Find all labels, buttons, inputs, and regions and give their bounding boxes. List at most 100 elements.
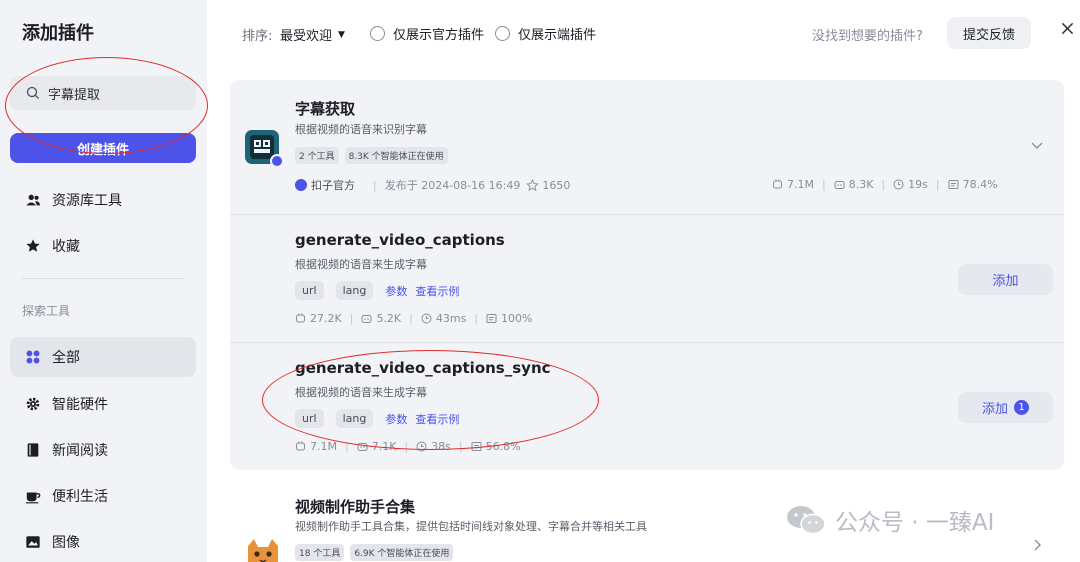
- sidebar-item-news-reading[interactable]: 新闻阅读: [10, 430, 196, 470]
- tool-stats: 27.2K | 5.2K | 43ms | 100%: [295, 312, 533, 325]
- plugin-header[interactable]: 字幕获取 根据视频的语音来识别字幕 2 个工具 8.3K 个智能体正在使用 扣子…: [230, 80, 1064, 214]
- calls-icon: [773, 179, 782, 189]
- clock-icon: [421, 313, 432, 324]
- params-link[interactable]: 参数: [385, 283, 407, 299]
- sidebar: 添加插件 字幕提取 创建插件 资源库工具 收藏 探索工具 全部 智能硬件 新闻阅…: [0, 0, 207, 562]
- cat-logo-icon: [248, 539, 278, 562]
- missing-plugin-hint: 没找到想要的插件?: [812, 29, 923, 44]
- plugin-logo: [245, 130, 284, 168]
- plugin-tags: 2 个工具 8.3K 个智能体正在使用: [295, 147, 448, 164]
- success-rate-stat: 78.4%: [948, 178, 998, 191]
- tool-description: 根据视频的语音来生成字幕: [295, 386, 427, 399]
- sidebar-section-label: 探索工具: [22, 304, 71, 318]
- bots-stat: 7.1K: [357, 440, 396, 453]
- tool-item: generate_video_captions_sync 根据视频的语音来生成字…: [230, 342, 1064, 470]
- rate-icon: [471, 442, 482, 451]
- latency-stat: 43ms: [421, 312, 466, 325]
- param-tag: lang: [335, 281, 374, 300]
- rate-icon: [948, 180, 959, 189]
- sort-dropdown-value: 最受欢迎: [280, 29, 333, 44]
- calls-icon: [296, 441, 305, 451]
- plugin-card: 字幕获取 根据视频的语音来识别字幕 2 个工具 8.3K 个智能体正在使用 扣子…: [230, 80, 1064, 470]
- create-plugin-button[interactable]: 创建插件: [10, 133, 196, 163]
- sidebar-item-label: 便利生活: [52, 489, 108, 505]
- star-outline-icon: [526, 178, 540, 191]
- plugin-tag: 8.3K 个智能体正在使用: [344, 147, 448, 164]
- radio-circle: [495, 26, 510, 41]
- clock-icon: [893, 179, 904, 190]
- search-icon: [26, 86, 39, 99]
- caret-down-icon: ▼: [338, 29, 345, 40]
- close-icon: [1061, 22, 1073, 34]
- plugin-description: 根据视频的语音来识别字幕: [295, 123, 427, 136]
- sidebar-item-label: 全部: [52, 350, 80, 366]
- bot-icon: [834, 181, 845, 189]
- plugin-stats: 7.1M | 8.3K | 19s | 78.4%: [772, 178, 998, 191]
- add-tool-button[interactable]: 添加: [958, 264, 1053, 295]
- film-icon: [250, 135, 274, 159]
- official-badge-icon: [270, 154, 284, 168]
- filter-official-label: 仅展示官方插件: [393, 28, 485, 43]
- gear-icon: [24, 395, 42, 413]
- filter-official-radio[interactable]: 仅展示官方插件: [370, 24, 484, 43]
- success-rate-stat: 56.8%: [471, 440, 521, 453]
- feedback-button[interactable]: 提交反馈: [947, 17, 1031, 49]
- chevron-down-icon[interactable]: [1030, 138, 1044, 152]
- plugin-meta: 扣子官方 | 发布于 2024-08-16 16:49 1650: [295, 177, 570, 193]
- sort-label: 排序:: [242, 29, 273, 44]
- tool-params: url lang 参数 查看示例: [295, 409, 459, 428]
- wechat-icon: [787, 506, 826, 535]
- calls-stat: 27.2K: [295, 312, 342, 325]
- coffee-icon: [24, 487, 42, 505]
- sidebar-item-label: 新闻阅读: [52, 443, 108, 459]
- filter-client-radio[interactable]: 仅展示端插件: [495, 24, 596, 43]
- params-link[interactable]: 参数: [385, 411, 407, 427]
- sidebar-item-all[interactable]: 全部: [10, 337, 196, 377]
- tool-item: generate_video_captions 根据视频的语音来生成字幕 url…: [230, 214, 1064, 342]
- tool-name: generate_video_captions: [295, 231, 505, 249]
- search-input[interactable]: 字幕提取: [10, 76, 196, 110]
- param-tag: url: [295, 409, 324, 428]
- sidebar-item-label: 智能硬件: [52, 397, 108, 413]
- calls-icon: [296, 313, 305, 323]
- star-icon: [24, 237, 42, 255]
- book-icon: [24, 441, 42, 459]
- add-button-label: 添加: [981, 402, 1008, 417]
- bots-stat: 5.2K: [361, 312, 401, 325]
- close-button[interactable]: [1058, 18, 1076, 38]
- users-icon: [24, 191, 42, 209]
- sidebar-item-image[interactable]: 图像: [10, 522, 196, 562]
- clock-icon: [416, 441, 427, 452]
- bots-stat: 8.3K: [834, 178, 873, 191]
- param-tag: lang: [335, 409, 374, 428]
- success-rate-stat: 100%: [486, 312, 533, 325]
- sidebar-item-convenient-life[interactable]: 便利生活: [10, 476, 196, 516]
- publisher-name: 扣子官方: [311, 179, 355, 192]
- image-icon: [24, 533, 42, 551]
- watermark: 公众号 · 一臻AI: [785, 503, 994, 537]
- sort-dropdown[interactable]: 最受欢迎 ▼: [280, 25, 345, 44]
- sidebar-item-smart-hardware[interactable]: 智能硬件: [10, 384, 196, 424]
- add-tool-button[interactable]: 添加 1: [958, 392, 1053, 423]
- add-button-label: 添加: [992, 274, 1019, 289]
- view-example-link[interactable]: 查看示例: [415, 411, 459, 427]
- bot-icon: [357, 443, 368, 451]
- plugin-tag: 18 个工具: [295, 544, 345, 561]
- sidebar-item-label: 收藏: [52, 239, 80, 255]
- plugin-title: 字幕获取: [295, 100, 356, 118]
- sidebar-item-favorites[interactable]: 收藏: [10, 226, 196, 266]
- sidebar-item-library-tools[interactable]: 资源库工具: [10, 180, 196, 220]
- latency-stat: 19s: [893, 178, 928, 191]
- plugin-title: 视频制作助手合集: [295, 498, 416, 516]
- calls-stat: 7.1M: [295, 440, 337, 453]
- view-example-link[interactable]: 查看示例: [415, 283, 459, 299]
- plugin-tags: 18 个工具 6.9K 个智能体正在使用: [295, 544, 454, 561]
- param-tag: url: [295, 281, 324, 300]
- radio-circle: [370, 26, 385, 41]
- sidebar-item-label: 图像: [52, 535, 80, 551]
- watermark-text: 公众号 · 一臻AI: [835, 510, 995, 536]
- latency-stat: 38s: [416, 440, 451, 453]
- tool-name: generate_video_captions_sync: [295, 359, 551, 377]
- chevron-right-icon[interactable]: [1030, 538, 1044, 552]
- favorite-count: 1650: [542, 178, 571, 192]
